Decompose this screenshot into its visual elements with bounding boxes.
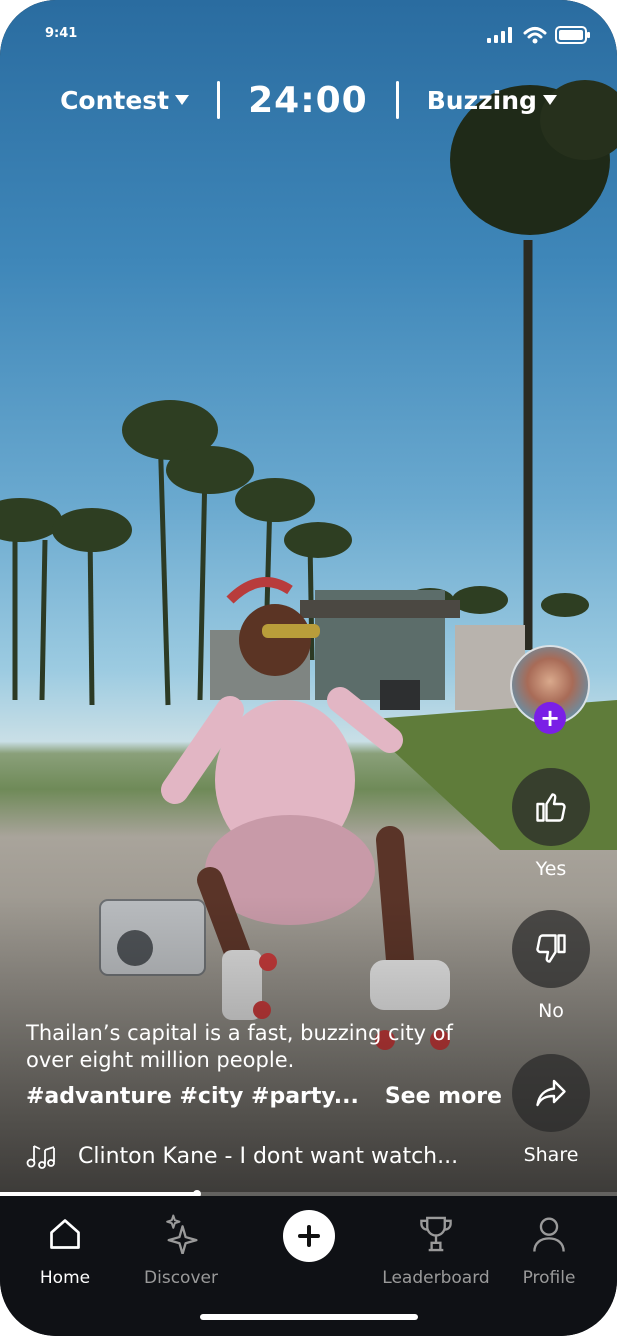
tab-discover[interactable]: Discover [140,1214,222,1288]
hashtags-row: #advanture #city #party... See more [26,1084,502,1109]
countdown-timer: 24:00 [248,79,368,121]
contest-dropdown[interactable]: Contest [60,85,190,115]
divider [217,81,221,119]
no-button[interactable] [512,910,590,988]
no-label: No [538,1000,564,1022]
trophy-icon [420,1216,452,1252]
sparkle-icon [166,1214,198,1254]
tab-leaderboard[interactable]: Leaderboard [376,1214,496,1288]
signal-icon [487,27,512,43]
yes-label: Yes [535,858,567,880]
home-icon [50,1219,80,1249]
music-title: Clinton Kane - I dont want watch... [78,1143,459,1169]
buzzing-label: Buzzing [426,85,537,115]
thumbs-up-icon [536,793,566,822]
tab-label: Profile [522,1268,576,1288]
share-label: Share [523,1144,579,1166]
tab-profile[interactable]: Profile [516,1214,582,1288]
music-note-icon [26,1145,55,1169]
caret-down-icon [175,95,190,105]
status-time: 9:41 [45,26,78,41]
top-bar: Contest 24:00 Buzzing [0,78,617,122]
wifi-icon [523,27,547,44]
post-caption: Thailan’s capital is a fast, buzzing cit… [26,1021,453,1072]
status-icons [487,26,591,44]
buzzing-dropdown[interactable]: Buzzing [427,86,557,115]
share-arrow-icon [536,1079,566,1107]
follow-button[interactable]: + [534,702,566,734]
music-row[interactable]: Clinton Kane - I dont want watch... [26,1142,458,1170]
creator-avatar-group: + [510,645,592,734]
share-action: Share [511,1054,591,1166]
tab-home[interactable]: Home [36,1214,94,1288]
battery-icon [555,26,590,44]
tab-label: Home [39,1268,91,1288]
plus-icon [298,1225,320,1247]
profile-icon [533,1217,565,1252]
tab-label: Leaderboard [382,1268,490,1288]
contest-label: Contest [60,85,170,115]
hashtags[interactable]: #advanture #city #party... [26,1084,359,1109]
caret-down-icon [542,95,557,105]
see-more-link[interactable]: See more [385,1084,502,1109]
yes-button[interactable] [512,768,590,846]
thumbs-down-icon [536,934,566,963]
divider [395,81,399,119]
home-indicator [200,1314,418,1320]
tab-label: Discover [144,1268,218,1288]
yes-action: Yes [511,768,591,880]
share-button[interactable] [512,1054,590,1132]
create-post-button[interactable] [283,1210,335,1262]
no-action: No [511,910,591,1022]
phone-screen: 9:41 Contest 24:00 Buzzing + Yes No Shar… [0,0,617,1336]
